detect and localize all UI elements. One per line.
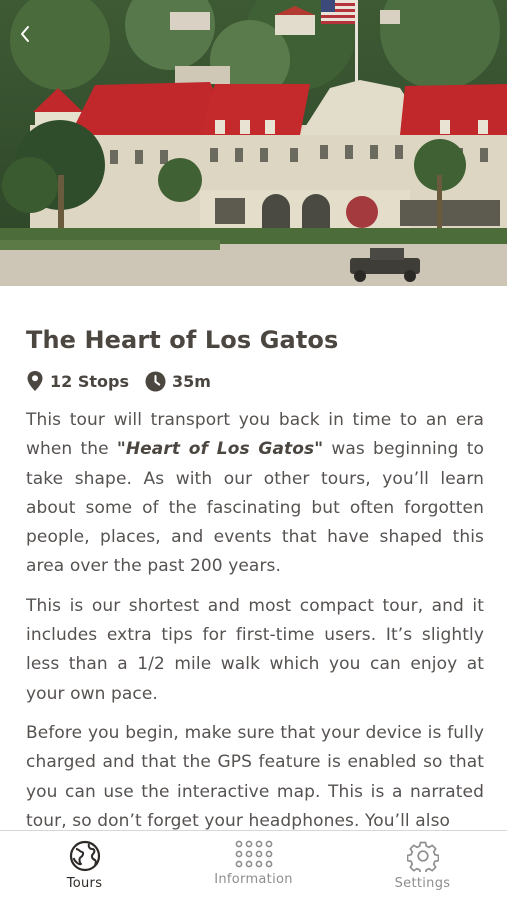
map-pin-icon — [27, 371, 43, 391]
gear-icon — [406, 841, 439, 872]
tab-settings[interactable]: Settings — [338, 831, 507, 901]
tab-tours-label: Tours — [66, 876, 103, 891]
tab-tours[interactable]: Tours — [0, 831, 169, 901]
tour-meta: 12 Stops 35m — [26, 370, 484, 392]
description-paragraph-1: This tour will transport you back in tim… — [26, 406, 484, 582]
description-paragraph-2: This is our shortest and most compact to… — [26, 595, 484, 704]
chevron-left-icon — [21, 26, 29, 42]
bottom-tab-bar: Tours Information Settings — [0, 830, 507, 901]
stops-count: 12 Stops — [50, 371, 129, 391]
stops-info: 12 Stops — [26, 370, 129, 392]
tab-information[interactable]: Information — [169, 831, 338, 901]
tab-settings-label: Settings — [394, 876, 451, 891]
hotel-postcard-illustration — [0, 0, 507, 286]
duration-info: 35m — [145, 371, 211, 392]
paragraph-text: was beginning to take shape. As with our… — [26, 439, 484, 577]
hero-image — [0, 0, 507, 286]
description-paragraph-3: Before you begin, make sure that your de… — [26, 722, 484, 831]
clock-icon — [145, 371, 166, 391]
tour-title: The Heart of Los Gatos — [26, 326, 339, 354]
tour-detail: The Heart of Los Gatos 12 Stops 35m This… — [26, 286, 484, 846]
tab-information-label: Information — [214, 872, 293, 887]
tour-duration: 35m — [171, 371, 211, 391]
tour-description: This tour will transport you back in tim… — [26, 406, 484, 836]
globe-icon — [69, 840, 100, 872]
back-button[interactable] — [10, 20, 40, 48]
emphasized-title: "Heart of Los Gatos" — [116, 439, 324, 460]
grid-icon — [235, 840, 272, 868]
